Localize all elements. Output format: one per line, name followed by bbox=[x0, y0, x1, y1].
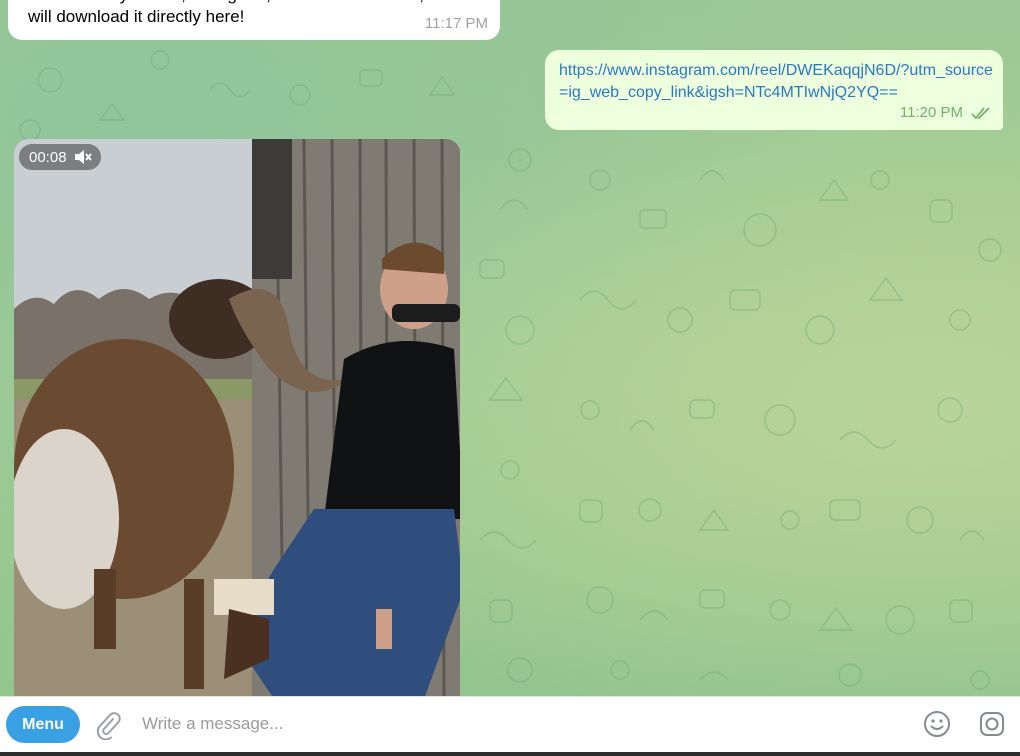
paperclip-icon[interactable] bbox=[94, 710, 122, 740]
instagram-link[interactable]: https://www.instagram.com/reel/DWEKaqqjN… bbox=[559, 60, 999, 104]
menu-button[interactable]: Menu bbox=[6, 706, 80, 743]
video-duration: 00:08 bbox=[29, 148, 67, 166]
window-bottom-edge bbox=[0, 752, 1020, 756]
double-check-icon bbox=[971, 107, 990, 120]
outgoing-message-bubble[interactable]: https://www.instagram.com/reel/DWEKaqqjN… bbox=[545, 50, 1003, 130]
chat-area[interactable]: Send me any TikTok, Instagram, or SoundC… bbox=[0, 0, 1020, 696]
incoming-message-time: 11:17 PM bbox=[424, 15, 488, 32]
video-message[interactable]: 00:08 bbox=[14, 139, 460, 696]
outgoing-message-time: 11:20 PM bbox=[899, 104, 963, 121]
message-input[interactable] bbox=[132, 705, 912, 743]
incoming-message-text: Send me any TikTok, Instagram, or SoundC… bbox=[28, 0, 466, 26]
speaker-muted-icon[interactable] bbox=[73, 149, 93, 165]
instant-camera-icon[interactable] bbox=[977, 709, 1007, 739]
outgoing-message-meta: 11:20 PM bbox=[900, 102, 991, 124]
message-composer: Menu bbox=[0, 696, 1020, 753]
video-frame bbox=[14, 139, 460, 696]
incoming-message-bubble[interactable]: Send me any TikTok, Instagram, or SoundC… bbox=[8, 0, 500, 40]
video-duration-badge[interactable]: 00:08 bbox=[19, 144, 101, 170]
emoji-icon[interactable] bbox=[922, 709, 952, 739]
